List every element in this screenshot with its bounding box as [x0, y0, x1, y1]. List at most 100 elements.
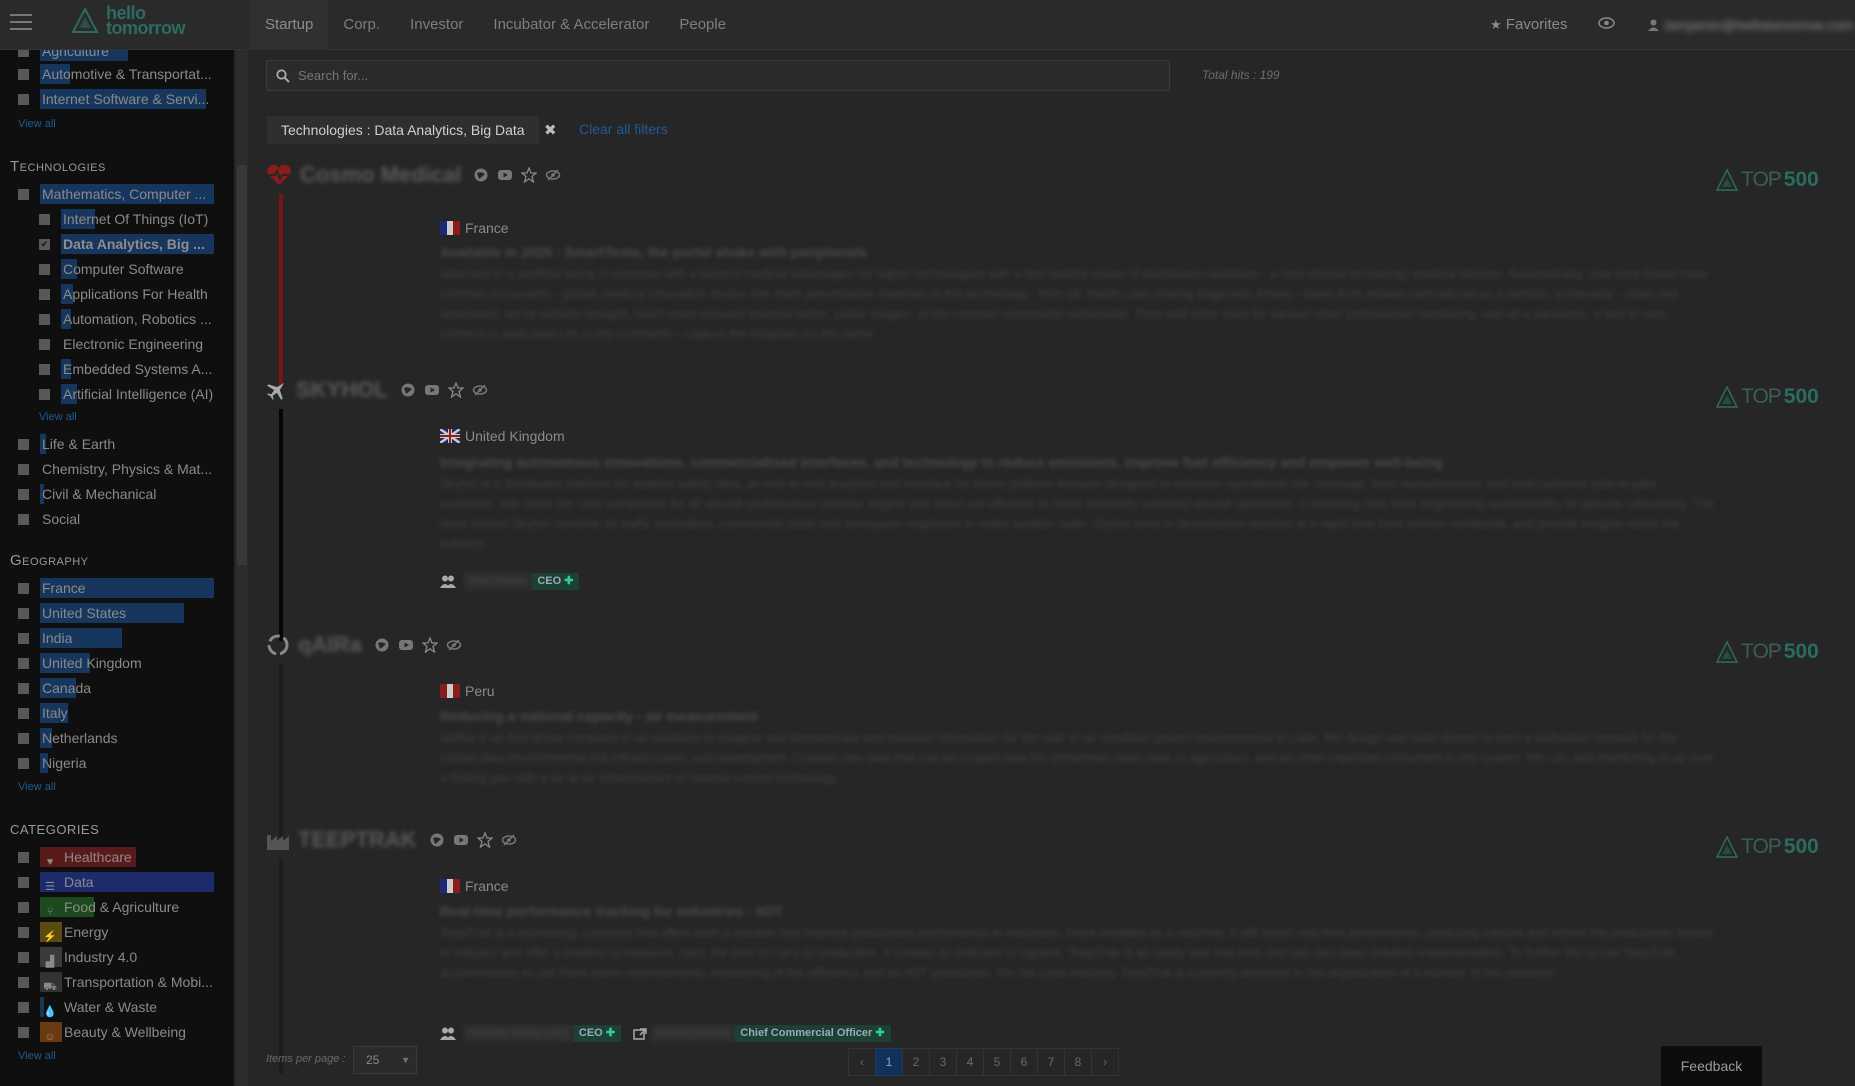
globe-icon[interactable]	[400, 382, 424, 398]
checkbox[interactable]	[18, 632, 29, 644]
filter-item[interactable]: France	[18, 578, 214, 598]
view-all-link[interactable]: View all	[18, 1050, 56, 1062]
eye-slash-icon[interactable]	[446, 637, 470, 653]
filter-item[interactable]: ▟ Industry 4.0	[18, 947, 137, 968]
star-icon[interactable]	[521, 167, 545, 183]
filter-item[interactable]: Social	[18, 509, 80, 529]
filter-item[interactable]: Embedded Systems A...	[39, 359, 212, 379]
filter-item[interactable]: Internet Of Things (IoT)	[39, 209, 208, 229]
feedback-button[interactable]: Feedback	[1661, 1046, 1762, 1086]
result-card[interactable]: TEEPTRAK TOP 500 France Real-time performanc…	[266, 825, 1846, 1074]
filter-item[interactable]: Mathematics, Computer ...	[18, 184, 214, 204]
filter-item[interactable]: Applications For Health	[39, 284, 208, 304]
result-card[interactable]: qAIRa TOP 500 Peru Reducing a national capac…	[266, 630, 1846, 837]
filter-item[interactable]: Artificial Intelligence (AI)	[39, 384, 213, 404]
tab-startup[interactable]: Startup	[250, 0, 329, 50]
checkbox[interactable]	[18, 707, 29, 719]
page-button-7[interactable]: 7	[1037, 1048, 1065, 1076]
result-card[interactable]: SKYHOL TOP 500 United Kingdom Integrating au…	[266, 375, 1846, 641]
checkbox[interactable]	[18, 68, 29, 80]
filter-item[interactable]: 💧 Water & Waste	[18, 997, 157, 1018]
checkbox[interactable]	[39, 388, 50, 400]
checkbox[interactable]	[18, 732, 29, 744]
plus-icon[interactable]: ✚	[606, 1027, 615, 1039]
filter-item[interactable]: ♥ Healthcare	[18, 847, 136, 868]
page-button-8[interactable]: 8	[1064, 1048, 1092, 1076]
external-link-icon[interactable]	[633, 1027, 647, 1040]
startup-name[interactable]: qAIRa	[298, 632, 362, 658]
view-all-link[interactable]: View all	[39, 411, 77, 423]
page-button-2[interactable]: 2	[902, 1048, 930, 1076]
globe-icon[interactable]	[473, 167, 497, 183]
globe-icon[interactable]	[429, 832, 453, 848]
checkbox[interactable]	[18, 657, 29, 669]
user-menu[interactable]: benjamin@hellotomorrow.com ▼	[1648, 0, 1855, 50]
checkbox[interactable]	[18, 757, 29, 769]
checkbox[interactable]	[18, 93, 29, 105]
page-button-5[interactable]: 5	[983, 1048, 1011, 1076]
checkbox[interactable]	[18, 951, 29, 963]
page-button-6[interactable]: 6	[1010, 1048, 1038, 1076]
filter-item[interactable]: Automotive & Transportat...	[18, 64, 215, 84]
page-button-3[interactable]: 3	[929, 1048, 957, 1076]
filter-item[interactable]: Canada	[18, 678, 91, 698]
checkbox[interactable]	[18, 976, 29, 988]
filter-item[interactable]: Netherlands	[18, 728, 118, 748]
checkbox[interactable]	[18, 438, 29, 450]
checkbox[interactable]	[18, 1001, 29, 1013]
tab-corp[interactable]: Corp.	[328, 0, 395, 50]
checkbox[interactable]	[18, 513, 29, 525]
filter-item[interactable]: Chemistry, Physics & Mat...	[18, 459, 212, 479]
filter-item[interactable]: ☺ Beauty & Wellbeing	[18, 1022, 186, 1043]
filter-item[interactable]: Computer Software	[39, 259, 184, 279]
globe-icon[interactable]	[374, 637, 398, 653]
checkbox[interactable]	[39, 363, 50, 375]
eye-slash-icon[interactable]	[501, 832, 525, 848]
result-card[interactable]: Cosmo Medical TOP 500 France Available in 20…	[266, 160, 1846, 387]
checkbox[interactable]	[18, 188, 29, 200]
filter-item[interactable]: Nigeria	[18, 753, 86, 773]
checkbox[interactable]	[39, 338, 50, 350]
youtube-icon[interactable]	[497, 167, 521, 183]
checkbox[interactable]	[18, 901, 29, 913]
items-per-page-select[interactable]: 25 ▼	[353, 1046, 417, 1074]
youtube-icon[interactable]	[398, 637, 422, 653]
checkbox[interactable]	[39, 313, 50, 325]
page-prev-button[interactable]: ‹	[848, 1048, 876, 1076]
clear-all-filters-link[interactable]: Clear all filters	[579, 121, 668, 137]
filter-item[interactable]: ⚡ Energy	[18, 922, 108, 943]
star-icon[interactable]	[476, 832, 501, 848]
search-input[interactable]	[298, 68, 1158, 83]
filter-item[interactable]: India	[18, 628, 122, 648]
filter-item[interactable]: Agriculture	[18, 50, 128, 61]
checkbox[interactable]: ✔	[39, 238, 50, 250]
page-button-1[interactable]: 1	[875, 1048, 903, 1076]
startup-name[interactable]: Cosmo Medical	[300, 162, 461, 188]
checkbox[interactable]	[18, 463, 29, 475]
filter-item[interactable]: United States	[18, 603, 184, 623]
eye-slash-icon[interactable]	[545, 167, 569, 183]
favorites-link[interactable]: ★ Favorites	[1490, 0, 1568, 50]
filter-item[interactable]: Internet Software & Servi...	[18, 89, 209, 109]
filter-item[interactable]: Civil & Mechanical	[18, 484, 156, 504]
filter-item[interactable]: Italy	[18, 703, 68, 723]
plus-icon[interactable]: ✚	[875, 1027, 884, 1039]
filter-item[interactable]: Life & Earth	[18, 434, 115, 454]
filter-item[interactable]: Electronic Engineering	[39, 334, 203, 354]
checkbox[interactable]	[18, 876, 29, 888]
checkbox[interactable]	[18, 488, 29, 500]
tab-investor[interactable]: Investor	[395, 0, 478, 50]
checkbox[interactable]	[18, 582, 29, 594]
checkbox[interactable]	[18, 50, 29, 57]
checkbox[interactable]	[18, 682, 29, 694]
remove-filter-close-icon[interactable]: ✖	[544, 121, 558, 139]
checkbox[interactable]	[39, 213, 50, 225]
person-name[interactable]: Second Person	[651, 1025, 735, 1042]
view-all-link[interactable]: View all	[18, 118, 56, 130]
logo[interactable]: hello tomorrow	[70, 4, 186, 37]
startup-name[interactable]: TEEPTRAK	[298, 827, 417, 853]
eye-slash-icon[interactable]	[472, 382, 496, 398]
filter-item[interactable]: United Kingdom	[18, 653, 142, 673]
filter-item[interactable]: ⛟ Transportation & Mobi...	[18, 972, 213, 993]
filter-item[interactable]: Automation, Robotics ...	[39, 309, 212, 329]
